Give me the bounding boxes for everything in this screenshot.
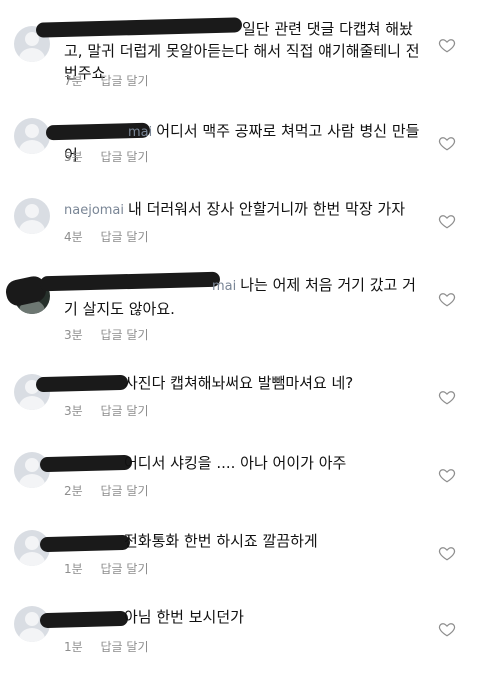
- comment-item: naejomai 내 더러워서 장사 안할거니까 한번 막장 가자 4분 답글 달…: [0, 186, 480, 268]
- reply-button[interactable]: 답글 달기: [101, 328, 149, 342]
- heart-icon[interactable]: [438, 290, 456, 308]
- comment-time: 5분: [64, 150, 83, 164]
- comment-meta: 5분 답글 달기: [64, 148, 149, 165]
- comment-item: mai 어디서 맥주 공짜로 쳐먹고 사람 병신 만들어 5분 답글 달기: [0, 104, 480, 186]
- comment-item: 사진다 캡쳐해놔써요 발뺌마셔요 네? 3분 답글 달기: [0, 362, 480, 444]
- comment-text: 전화통화 한번 하시죠 깔끔하게: [64, 530, 424, 552]
- avatar[interactable]: [14, 118, 50, 154]
- comment-text: 아님 한번 보시던가: [64, 606, 424, 628]
- comment-meta: 7분 답글 달기: [64, 72, 149, 89]
- comment-meta: 3분 답글 달기: [64, 402, 149, 419]
- comment-item: 전화통화 한번 하시죠 깔끔하게 1분 답글 달기: [0, 518, 480, 600]
- comment-meta: 3분 답글 달기: [64, 326, 149, 343]
- comment-text: 사진다 캡쳐해놔써요 발뺌마셔요 네?: [64, 372, 424, 394]
- heart-icon[interactable]: [438, 388, 456, 406]
- comment-item: 아님 한번 보시던가 1분 답글 달기: [0, 594, 480, 676]
- comment-item: 일단 관련 댓글 다캡쳐 해놨고, 말귀 더럽게 못알아듣는다 해서 직접 얘기…: [0, 14, 480, 96]
- reply-button[interactable]: 답글 달기: [101, 640, 149, 654]
- comment-text: 어디서 샤킹을 .... 아나 어이가 아주: [64, 452, 424, 474]
- heart-icon[interactable]: [438, 620, 456, 638]
- comment-body: 아님 한번 보시던가: [124, 608, 244, 626]
- comment-text: mai 나는 어제 처음 거기 갔고 거기 살지도 않아요.: [64, 274, 424, 320]
- heart-icon[interactable]: [438, 544, 456, 562]
- comment-time: 1분: [64, 640, 83, 654]
- comment-item: mai 나는 어제 처음 거기 갔고 거기 살지도 않아요. 3분 답글 달기: [0, 268, 480, 350]
- heart-icon[interactable]: [438, 466, 456, 484]
- heart-icon[interactable]: [438, 212, 456, 230]
- reply-button[interactable]: 답글 달기: [101, 74, 149, 88]
- comment-body: 전화통화 한번 하시죠 깔끔하게: [124, 532, 318, 550]
- comment-meta: 1분 답글 달기: [64, 560, 149, 577]
- heart-icon[interactable]: [438, 36, 456, 54]
- comment-time: 3분: [64, 328, 83, 342]
- reply-button[interactable]: 답글 달기: [101, 404, 149, 418]
- comment-time: 1분: [64, 562, 83, 576]
- comment-username[interactable]: naejomai: [64, 203, 124, 218]
- comment-body: 내 더러워서 장사 안할거니까 한번 막장 가자: [128, 200, 406, 218]
- comment-time: 4분: [64, 230, 83, 244]
- comment-meta: 4분 답글 달기: [64, 228, 149, 245]
- reply-button[interactable]: 답글 달기: [101, 562, 149, 576]
- reply-button[interactable]: 답글 달기: [101, 230, 149, 244]
- reply-button[interactable]: 답글 달기: [101, 484, 149, 498]
- heart-icon[interactable]: [438, 134, 456, 152]
- comment-item: 어디서 샤킹을 .... 아나 어이가 아주 2분 답글 달기: [0, 440, 480, 522]
- comment-meta: 1분 답글 달기: [64, 638, 149, 655]
- comment-body: 어디서 샤킹을 .... 아나 어이가 아주: [124, 454, 347, 472]
- comment-body: 사진다 캡쳐해놔써요 발뺌마셔요 네?: [124, 374, 354, 392]
- reply-button[interactable]: 답글 달기: [101, 150, 149, 164]
- comment-time: 3분: [64, 404, 83, 418]
- comment-username[interactable]: mai: [128, 125, 152, 140]
- comment-time: 7분: [64, 74, 83, 88]
- comment-username[interactable]: mai: [212, 279, 236, 294]
- avatar[interactable]: [14, 198, 50, 234]
- comment-text: naejomai 내 더러워서 장사 안할거니까 한번 막장 가자: [64, 198, 424, 222]
- comment-time: 2분: [64, 484, 83, 498]
- comment-body: 나는 어제 처음 거기 갔고 거기 살지도 않아요.: [64, 276, 416, 318]
- comment-meta: 2분 답글 달기: [64, 482, 149, 499]
